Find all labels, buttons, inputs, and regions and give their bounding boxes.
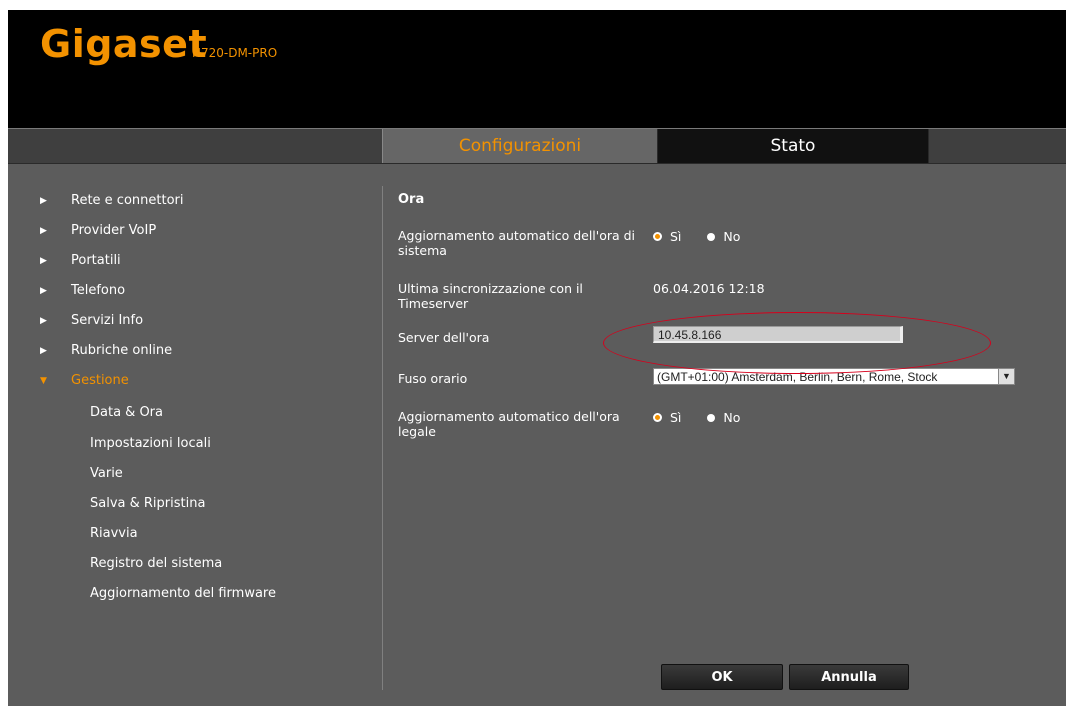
sidebar-subitem-salva-ripristina[interactable]: Salva & Ripristina <box>90 493 205 515</box>
triangle-right-icon: ▶ <box>40 256 47 266</box>
sidebar-subitem-riavvia[interactable]: Riavvia <box>90 523 138 545</box>
auto-update-label: Aggiornamento automatico dell'ora di sis… <box>398 228 636 258</box>
auto-update-radio-group: Sì No <box>653 228 762 244</box>
sidebar-subitem-impostazioni-locali[interactable]: Impostazioni locali <box>90 433 211 455</box>
sidebar-subitem-firmware[interactable]: Aggiornamento del firmware <box>90 583 276 605</box>
triangle-down-icon: ▼ <box>40 376 47 386</box>
triangle-right-icon: ▶ <box>40 226 47 236</box>
triangle-right-icon: ▶ <box>40 316 47 326</box>
dst-no-radio[interactable] <box>707 413 716 422</box>
sidebar-subitem-varie[interactable]: Varie <box>90 463 123 485</box>
sidebar-subitem-registro[interactable]: Registro del sistema <box>90 553 222 575</box>
tab-stato[interactable]: Stato <box>658 129 929 163</box>
brand-logo: Gigaset <box>40 22 208 66</box>
auto-update-no-radio[interactable] <box>707 232 716 241</box>
triangle-right-icon: ▶ <box>40 196 47 206</box>
dropdown-arrow-icon[interactable]: ▼ <box>998 369 1014 384</box>
timezone-label: Fuso orario <box>398 371 468 386</box>
dst-radio-group: Sì No <box>653 409 762 425</box>
ok-button[interactable]: OK <box>661 664 783 690</box>
last-sync-value: 06.04.2016 12:18 <box>653 281 765 296</box>
cancel-button[interactable]: Annulla <box>789 664 909 690</box>
sidebar-subitem-data-ora[interactable]: Data & Ora <box>90 402 163 424</box>
dst-label: Aggiornamento automatico dell'ora legale <box>398 409 620 439</box>
header: Gigaset N720-DM-PRO <box>8 10 1066 128</box>
last-sync-label: Ultima sincronizzazione con il Timeserve… <box>398 281 583 311</box>
section-title: Ora <box>398 192 425 207</box>
auto-update-yes-radio[interactable] <box>653 232 662 241</box>
model-name: N720-DM-PRO <box>192 46 278 60</box>
divider <box>382 186 383 690</box>
tab-configurazioni[interactable]: Configurazioni <box>382 129 658 163</box>
triangle-right-icon: ▶ <box>40 346 47 356</box>
time-server-label: Server dell'ora <box>398 330 490 345</box>
highlight-ellipse <box>603 312 991 374</box>
tab-bar: Configurazioni Stato <box>8 128 1066 164</box>
dst-yes-radio[interactable] <box>653 413 662 422</box>
triangle-right-icon: ▶ <box>40 286 47 296</box>
